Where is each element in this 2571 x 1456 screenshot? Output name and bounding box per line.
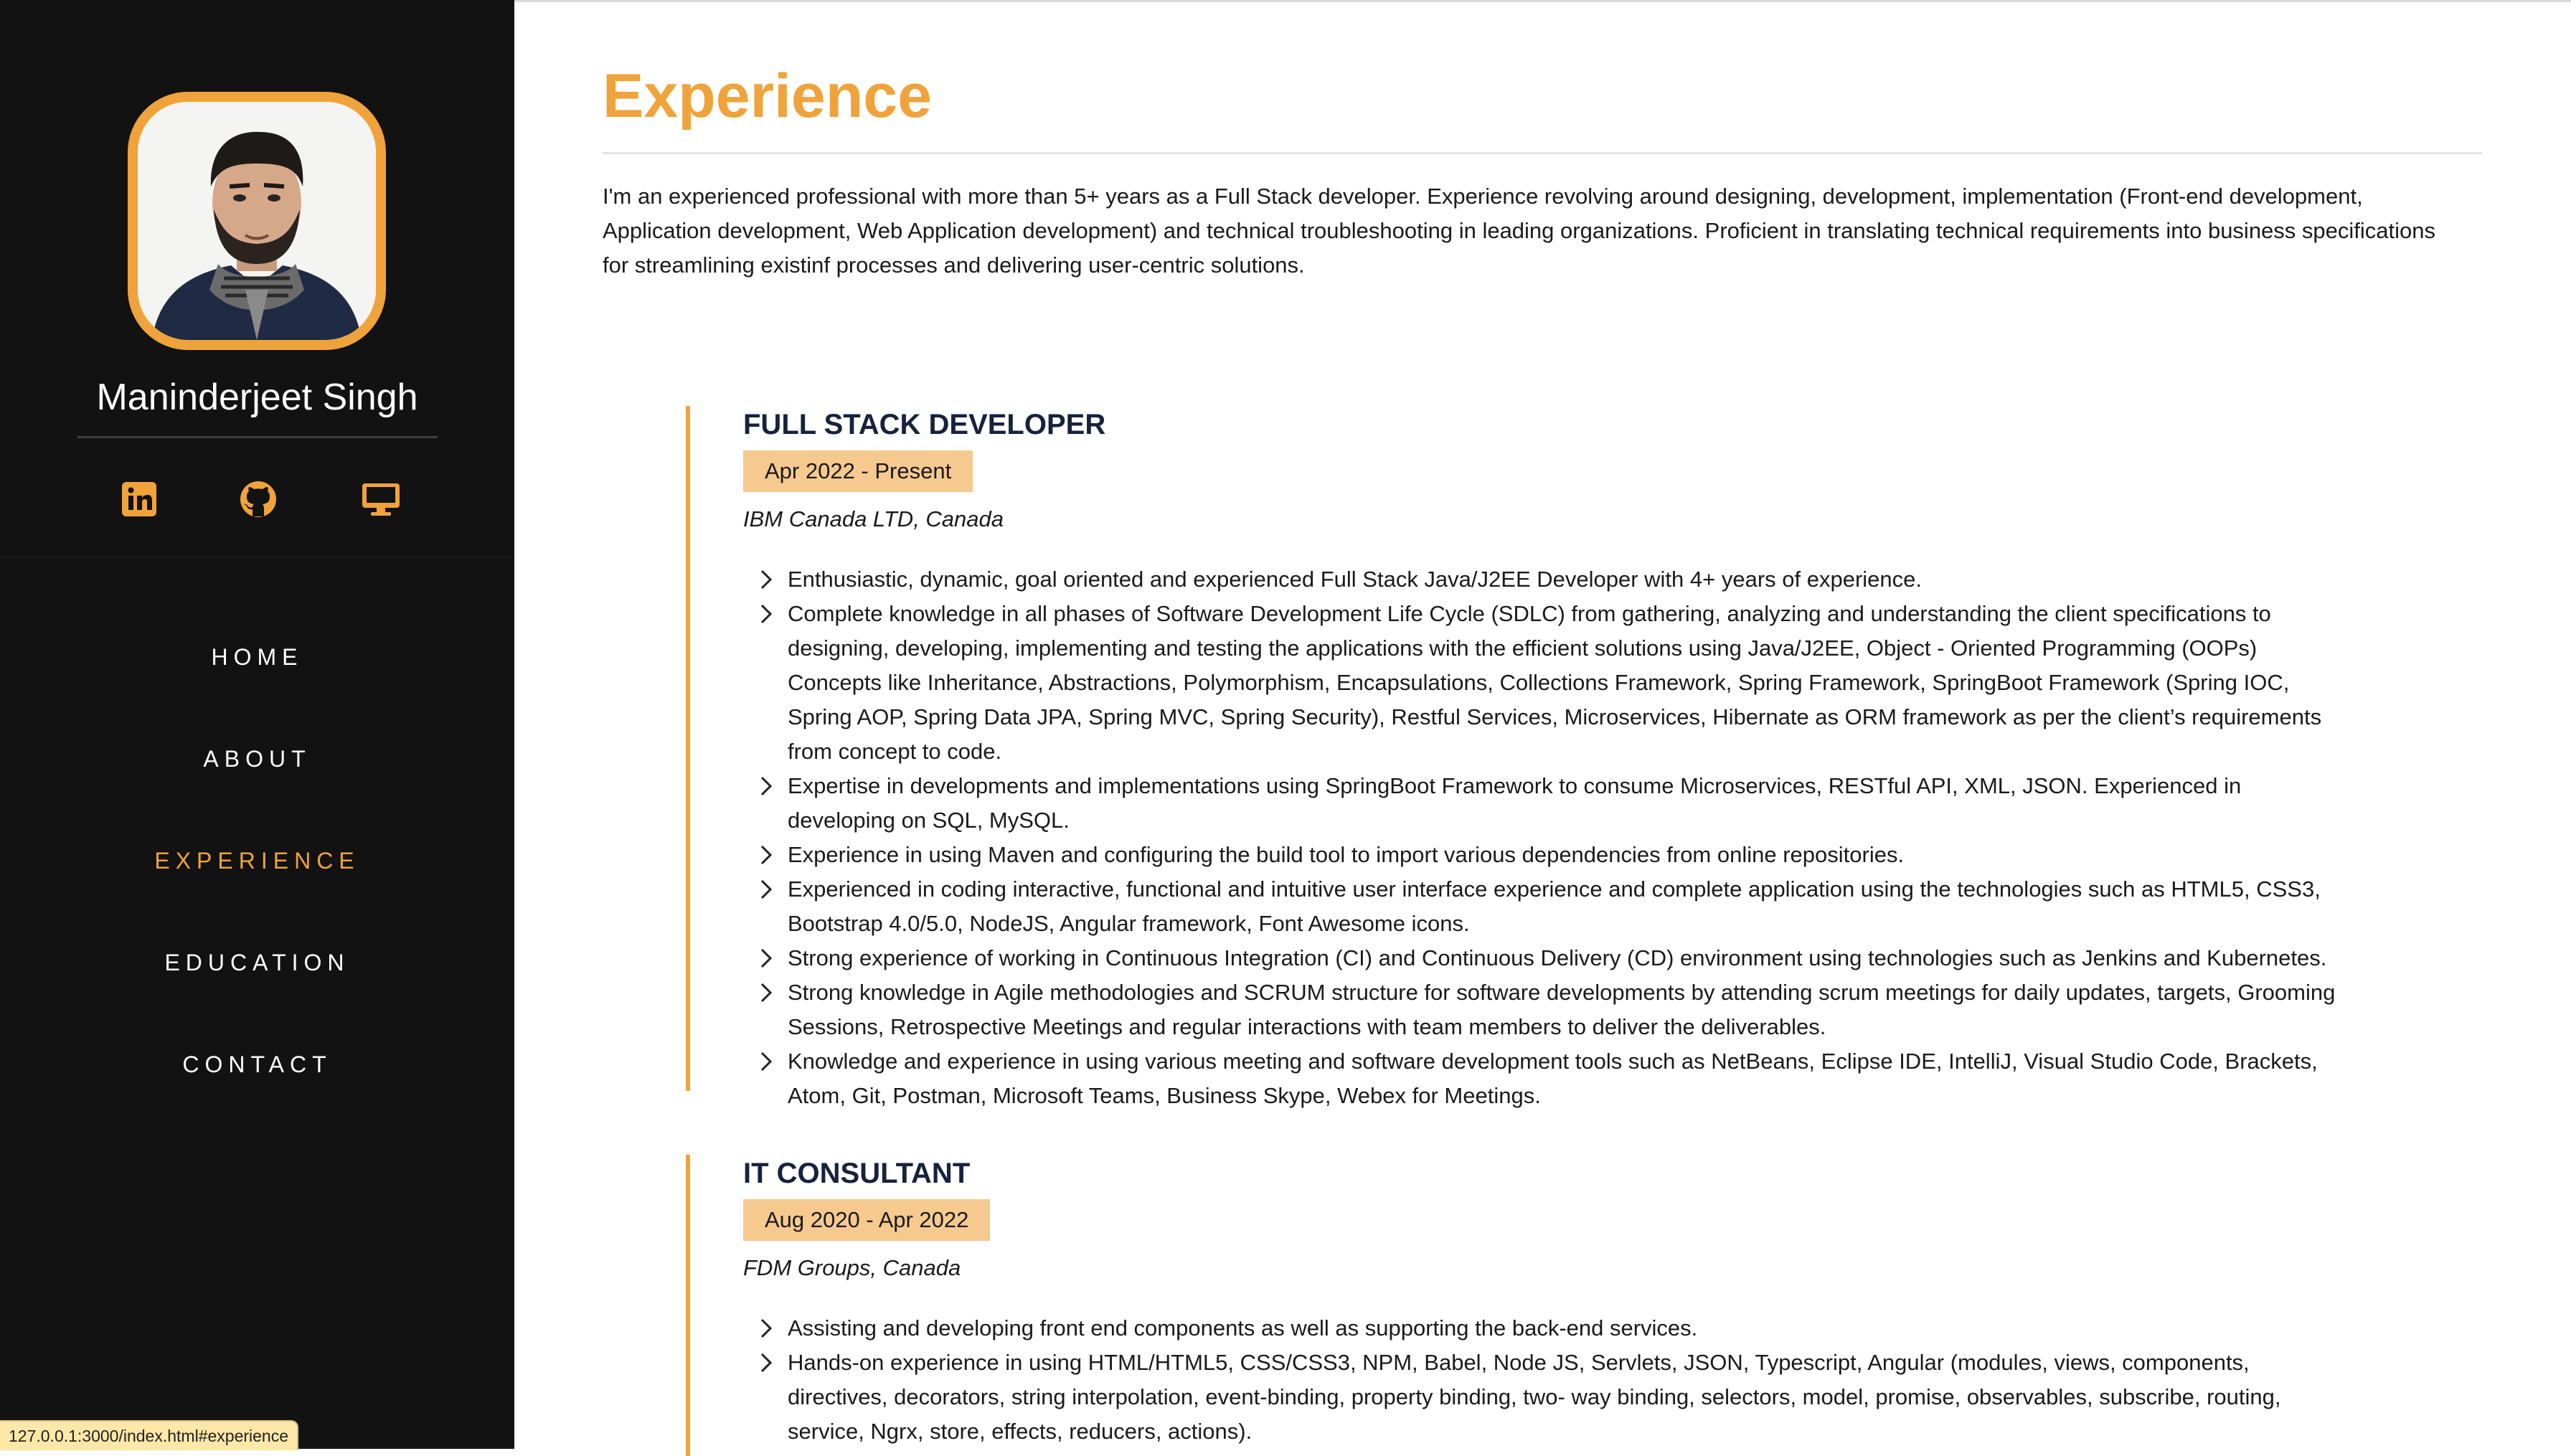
sidebar-divider: [0, 557, 514, 558]
job-title: IT CONSULTANT: [743, 1158, 971, 1189]
chevron-right-icon: [760, 948, 773, 968]
sidebar: Maninderjeet Singh HOME ABOUT EXPERIENCE…: [0, 0, 514, 1449]
chevron-right-icon: [760, 569, 773, 590]
list-item: Knowledge and experience in using variou…: [743, 1044, 2343, 1113]
list-item-text: Enthusiastic, dynamic, goal oriented and…: [788, 567, 1922, 592]
top-border: [514, 0, 2571, 2]
chevron-right-icon: [760, 604, 773, 624]
nav-item-home[interactable]: HOME: [0, 631, 514, 733]
list-item: Strong experience of working in Continuo…: [743, 941, 2343, 975]
list-item: Experience in using Maven and configurin…: [743, 838, 2343, 872]
list-item-text: Assisting and developing front end compo…: [788, 1315, 1698, 1341]
list-item-text: Expertise in developments and implementa…: [788, 773, 2242, 833]
job-date-badge: Aug 2020 - Apr 2022: [743, 1199, 991, 1241]
list-item: Hands-on experience in using HTML/HTML5,…: [743, 1346, 2343, 1449]
job-date-badge: Apr 2022 - Present: [743, 450, 973, 492]
page-title: Experience: [603, 62, 932, 131]
list-item-text: Experienced in coding interactive, funct…: [788, 876, 2321, 936]
list-item-text: Complete knowledge in all phases of Soft…: [788, 601, 2322, 764]
list-item-text: Hands-on experience in using HTML/HTML5,…: [788, 1350, 2281, 1444]
list-item-text: Knowledge and experience in using variou…: [788, 1049, 2318, 1108]
github-icon: [240, 481, 276, 517]
profile-photo: [138, 102, 376, 340]
nav-item-about[interactable]: ABOUT: [0, 733, 514, 835]
job-entry: FULL STACK DEVELOPER Apr 2022 - Present …: [686, 406, 2343, 1108]
list-item: Strong knowledge in Agile methodologies …: [743, 975, 2343, 1044]
nav-item-education[interactable]: EDUCATION: [0, 937, 514, 1039]
job-responsibilities: Assisting and developing front end compo…: [743, 1311, 2343, 1449]
linkedin-link[interactable]: [116, 476, 162, 522]
chevron-right-icon: [760, 1318, 773, 1338]
experience-intro: I'm an experienced professional with mor…: [603, 184, 2436, 278]
timeline-bar: [686, 406, 690, 1091]
nav-item-experience[interactable]: EXPERIENCE: [0, 835, 514, 937]
portfolio-link[interactable]: [358, 476, 404, 522]
nav-item-contact[interactable]: CONTACT: [0, 1039, 514, 1140]
linkedin-icon: [122, 482, 156, 516]
list-item: Complete knowledge in all phases of Soft…: [743, 597, 2343, 769]
avatar: [128, 92, 386, 350]
list-item: Enthusiastic, dynamic, goal oriented and…: [743, 562, 2343, 597]
job-company: FDM Groups, Canada: [743, 1255, 961, 1280]
list-item: Assisting and developing front end compo…: [743, 1311, 2343, 1346]
chevron-right-icon: [760, 879, 773, 899]
list-item: Expertise in developments and implementa…: [743, 769, 2343, 838]
main-nav: HOME ABOUT EXPERIENCE EDUCATION CONTACT: [0, 631, 514, 1140]
job-company: IBM Canada LTD, Canada: [743, 506, 1004, 531]
profile-name: Maninderjeet Singh: [96, 377, 418, 418]
name-divider: [77, 436, 438, 438]
list-item-text: Experience in using Maven and configurin…: [788, 842, 1905, 867]
list-item-text: Strong experience of working in Continuo…: [788, 945, 2327, 970]
chevron-right-icon: [760, 1353, 773, 1373]
desktop-icon: [362, 483, 400, 516]
job-responsibilities: Enthusiastic, dynamic, goal oriented and…: [743, 562, 2343, 1113]
chevron-right-icon: [760, 1051, 773, 1072]
chevron-right-icon: [760, 845, 773, 865]
job-title: FULL STACK DEVELOPER: [743, 409, 1106, 440]
job-entry: IT CONSULTANT Aug 2020 - Apr 2022 FDM Gr…: [686, 1155, 2343, 1456]
chevron-right-icon: [760, 983, 773, 1003]
list-item: Experienced in coding interactive, funct…: [743, 872, 2343, 941]
title-divider: [603, 152, 2482, 154]
github-link[interactable]: [235, 476, 281, 522]
chevron-right-icon: [760, 776, 773, 796]
status-bar-url: 127.0.0.1:3000/index.html#experience: [0, 1420, 299, 1450]
list-item-text: Strong knowledge in Agile methodologies …: [788, 980, 2336, 1039]
timeline-bar: [686, 1155, 690, 1456]
